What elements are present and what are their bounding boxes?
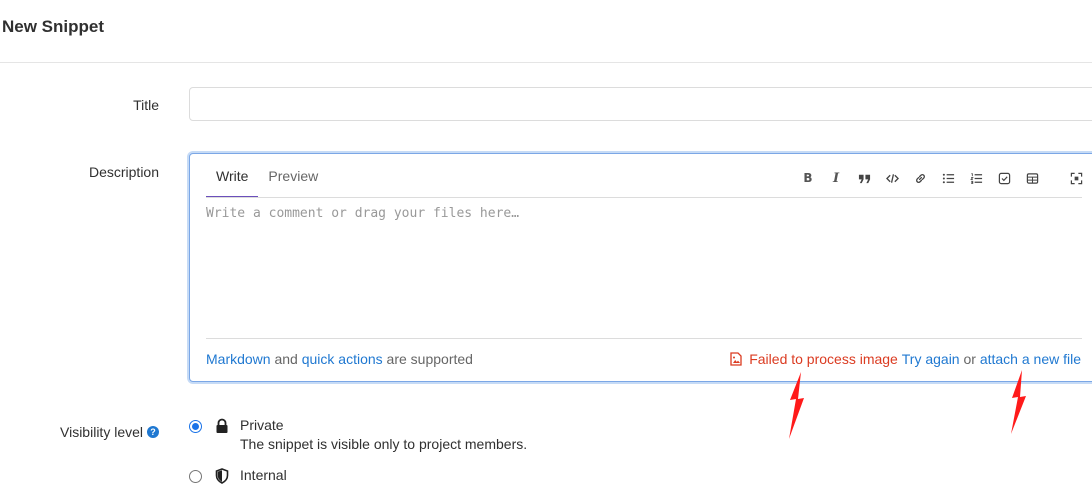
private-radio[interactable]: [189, 420, 202, 433]
visibility-label-group: Visibility level ?: [60, 424, 159, 440]
quick-actions-link[interactable]: quick actions: [302, 351, 383, 367]
task-list-icon[interactable]: [990, 168, 1018, 188]
markdown-link[interactable]: Markdown: [206, 351, 271, 367]
and-text: and: [270, 351, 302, 367]
private-text: Private The snippet is visible only to p…: [240, 417, 527, 452]
bullet-list-icon[interactable]: [934, 168, 962, 188]
upload-error-status: Failed to process image Try again or att…: [729, 351, 1081, 367]
description-label: Description: [88, 164, 159, 180]
italic-icon[interactable]: I: [822, 168, 850, 188]
markdown-editor: Write Preview B I Write a comment or dra…: [189, 153, 1092, 382]
internal-option-name: Internal: [240, 467, 287, 483]
link-icon[interactable]: [906, 168, 934, 188]
tab-preview[interactable]: Preview: [258, 154, 328, 198]
numbered-list-icon[interactable]: [962, 168, 990, 188]
try-again-link[interactable]: Try again: [902, 351, 960, 367]
title-label: Title: [133, 97, 159, 113]
page-title: New Snippet: [2, 17, 105, 36]
private-option-name: Private: [240, 417, 284, 433]
title-input[interactable]: [189, 87, 1092, 121]
tab-divider: [206, 197, 1082, 198]
visibility-option-private[interactable]: Private The snippet is visible only to p…: [189, 417, 527, 452]
code-icon[interactable]: [878, 168, 906, 188]
image-error-icon: [730, 352, 742, 366]
private-option-description: The snippet is visible only to project m…: [240, 436, 528, 452]
fullscreen-icon[interactable]: [1062, 168, 1090, 188]
attach-new-file-link[interactable]: attach a new file: [980, 351, 1081, 367]
visibility-label: Visibility level: [60, 424, 143, 440]
visibility-option-internal[interactable]: Internal: [189, 467, 287, 484]
markdown-hint: Markdown and quick actions are supported: [206, 351, 473, 367]
help-icon[interactable]: ?: [147, 426, 159, 438]
supported-text: are supported: [382, 351, 473, 367]
editor-tabs: Write Preview: [206, 154, 328, 198]
internal-text: Internal: [240, 467, 287, 483]
quote-icon[interactable]: [850, 168, 878, 188]
upload-error-text: Failed to process image: [749, 351, 898, 367]
table-icon[interactable]: [1018, 168, 1046, 188]
or-text: or: [959, 351, 980, 367]
internal-radio[interactable]: [189, 470, 202, 483]
tab-write[interactable]: Write: [206, 154, 259, 198]
lock-icon: [216, 418, 228, 433]
shield-icon: [215, 468, 229, 484]
editor-toolbar: B I: [794, 168, 1090, 188]
bold-icon[interactable]: B: [794, 168, 822, 188]
header-divider: [0, 62, 1092, 63]
editor-footer-divider: [206, 338, 1082, 339]
description-textarea[interactable]: [206, 206, 1082, 336]
